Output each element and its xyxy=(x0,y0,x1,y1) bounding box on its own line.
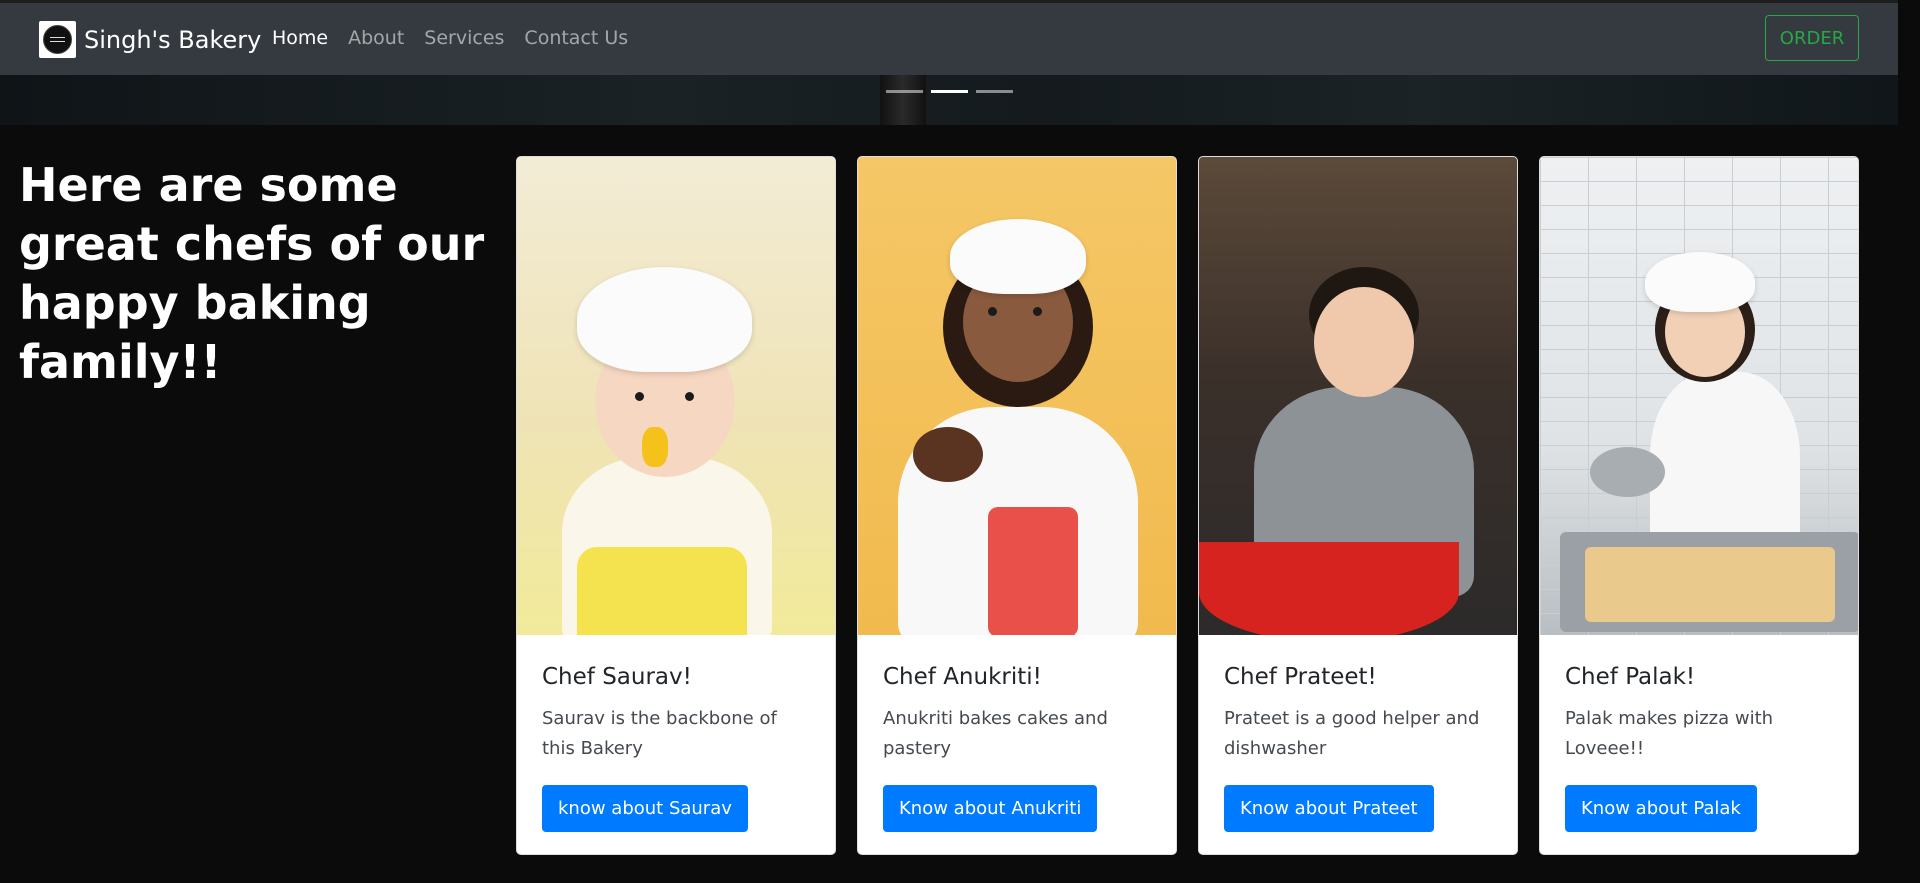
card-title: Chef Anukriti! xyxy=(883,664,1042,690)
nav-link-about[interactable]: About xyxy=(348,27,404,49)
nav-link-home[interactable]: Home xyxy=(272,27,328,49)
chef-saurav-photo xyxy=(517,157,835,635)
know-about-prateet-button[interactable]: Know about Prateet xyxy=(1224,785,1434,832)
carousel-indicator-2[interactable] xyxy=(931,90,968,93)
card-text: Palak makes pizza with Loveee!! xyxy=(1565,708,1774,759)
carousel-indicator-1[interactable] xyxy=(886,90,923,93)
chef-card-anukriti: Chef Anukriti! Anukriti bakes cakes and … xyxy=(857,156,1177,855)
chef-palak-photo xyxy=(1540,157,1858,635)
card-text: Prateet is a good helper and dishwasher xyxy=(1224,708,1480,759)
know-about-anukriti-button[interactable]: Know about Anukriti xyxy=(883,785,1098,832)
chef-card-prateet: Chef Prateet! Prateet is a good helper a… xyxy=(1198,156,1518,855)
order-button[interactable]: ORDER xyxy=(1765,15,1859,61)
carousel-indicators xyxy=(886,90,1013,93)
chef-card-palak: Chef Palak! Palak makes pizza with Lovee… xyxy=(1539,156,1859,855)
know-about-saurav-button[interactable]: know about Saurav xyxy=(542,785,748,832)
carousel-indicator-3[interactable] xyxy=(976,90,1013,93)
navbar: Singh's Bakery Home About Services Conta… xyxy=(0,3,1898,75)
card-title: Chef Palak! xyxy=(1565,664,1696,690)
card-text: Saurav is the backbone of this Bakery xyxy=(542,708,777,759)
chef-card-saurav: Chef Saurav! Saurav is the backbone of t… xyxy=(516,156,836,855)
chefs-heading: Here are some great chefs of our happy b… xyxy=(19,158,485,389)
chef-anukriti-photo xyxy=(858,157,1176,635)
nav-links: Home About Services Contact Us xyxy=(272,27,628,49)
card-title: Chef Saurav! xyxy=(542,664,692,690)
know-about-palak-button[interactable]: Know about Palak xyxy=(1565,785,1757,832)
nav-link-contact-us[interactable]: Contact Us xyxy=(524,27,628,49)
chef-prateet-photo xyxy=(1199,157,1517,635)
card-text: Anukriti bakes cakes and pastery xyxy=(883,708,1108,759)
carousel-image-fragment xyxy=(880,73,926,125)
brand-name: Singh's Bakery xyxy=(84,25,262,54)
card-title: Chef Prateet! xyxy=(1224,664,1377,690)
navbar-brand[interactable]: Singh's Bakery xyxy=(39,21,261,58)
brand-logo-icon xyxy=(39,21,76,58)
nav-link-services[interactable]: Services xyxy=(424,27,504,49)
